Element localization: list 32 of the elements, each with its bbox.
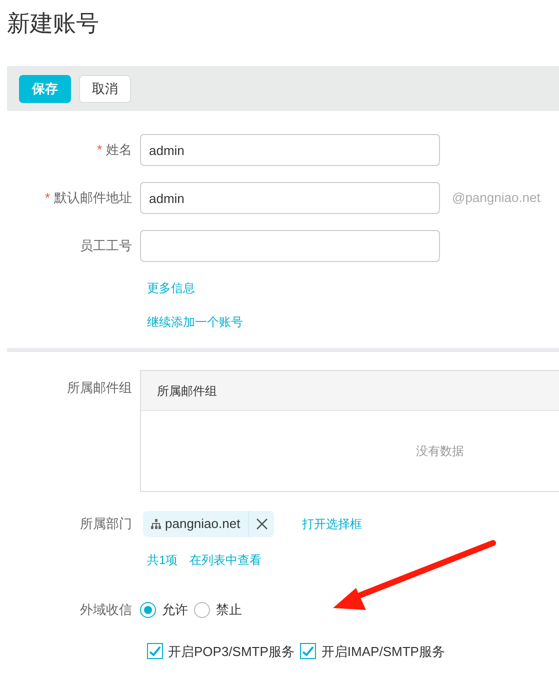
radio-button[interactable] — [194, 602, 210, 618]
column-header: 所属邮件组 — [157, 382, 217, 400]
text-link[interactable]: 继续添加一个账号 — [147, 312, 243, 332]
view-in-list-link[interactable]: 在列表中查看 — [190, 551, 262, 569]
open-selector-link[interactable]: 打开选择框 — [302, 515, 362, 533]
cancel-button[interactable]: 取消 — [79, 74, 131, 102]
required-mark: * — [96, 141, 102, 160]
field-label: 所属邮件组 — [67, 379, 132, 397]
text-field[interactable]: admin — [140, 182, 440, 214]
checkbox-label: 开启POP3/SMTP服务 — [168, 642, 294, 660]
tag-label: pangniao.net — [165, 515, 242, 534]
domain-suffix: @pangniao.net — [452, 189, 540, 208]
text-field[interactable] — [140, 230, 440, 262]
checkbox[interactable] — [300, 643, 316, 660]
text-field[interactable]: admin — [140, 134, 440, 166]
count-link[interactable]: 共1项 — [147, 551, 178, 569]
org-chart-icon — [151, 519, 161, 529]
radio-label: 允许 — [162, 601, 188, 619]
required-mark: * — [44, 189, 50, 208]
save-button[interactable]: 保存 — [19, 74, 71, 102]
checkbox-label: 开启IMAP/SMTP服务 — [321, 642, 445, 660]
field-label: 员工工号 — [80, 237, 132, 256]
radio-button[interactable] — [140, 602, 156, 618]
empty-message: 没有数据 — [416, 443, 464, 460]
checkbox[interactable] — [147, 643, 163, 660]
text-link[interactable]: 更多信息 — [147, 278, 195, 298]
radio-label: 禁止 — [216, 601, 242, 619]
field-label: 默认邮件地址 — [54, 189, 132, 208]
field-label: 姓名 — [106, 141, 132, 160]
field-label: 所属部门 — [80, 515, 132, 534]
page-title: 新建账号 — [7, 9, 99, 38]
field-label: 外域收信 — [80, 601, 132, 619]
